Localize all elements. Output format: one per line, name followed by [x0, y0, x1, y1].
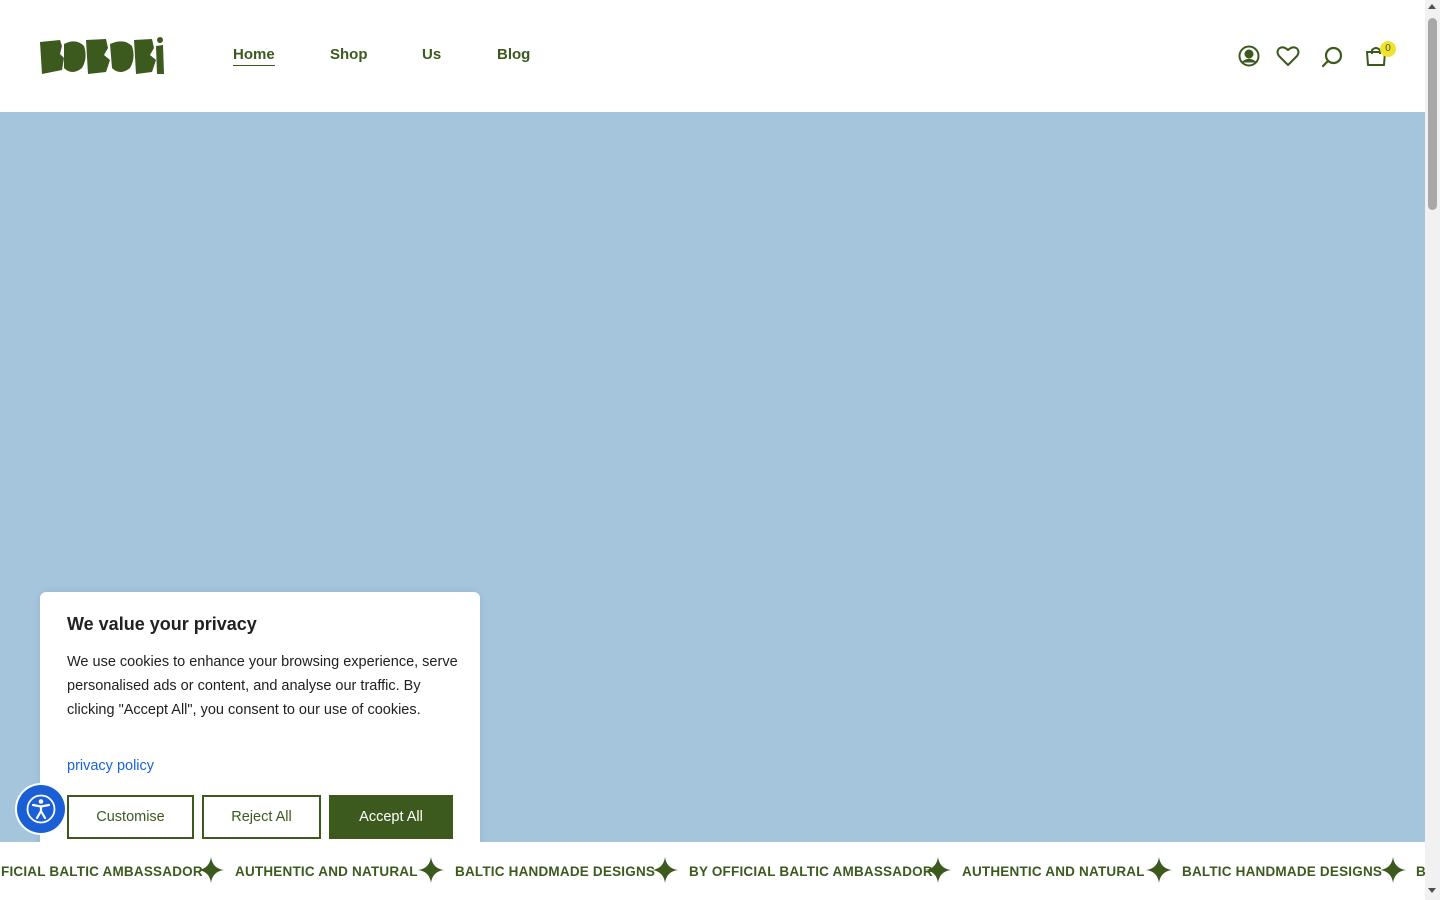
sparkle-star-icon [652, 857, 678, 883]
scrollbar-thumb[interactable] [1428, 18, 1437, 210]
page-scrollbar[interactable] [1425, 0, 1440, 900]
page: Home Shop Us Blog 0 We value your privac… [0, 0, 1425, 900]
accept-all-button[interactable]: Accept All [329, 795, 453, 839]
account-icon[interactable] [1235, 42, 1263, 70]
search-icon[interactable] [1318, 43, 1346, 71]
sparkle-star-icon [925, 857, 951, 883]
cart-count-badge: 0 [1380, 41, 1396, 57]
cookie-title: We value your privacy [67, 614, 257, 634]
sparkle-star-icon [198, 857, 224, 883]
sparkle-star-icon [1146, 857, 1172, 883]
brand-logo[interactable] [40, 36, 164, 76]
nav-blog-link[interactable]: Blog [497, 46, 530, 63]
wishlist-heart-icon[interactable] [1274, 42, 1302, 70]
marquee-item: BALTIC HANDMADE DESIGNS [455, 864, 656, 879]
scroll-down-arrow-icon[interactable] [1428, 888, 1436, 893]
scroll-up-arrow-icon[interactable] [1428, 4, 1436, 9]
marquee-item: FICIAL BALTIC AMBASSADOR [1, 864, 203, 879]
site-header: Home Shop Us Blog 0 [0, 0, 1425, 112]
promo-marquee: FICIAL BALTIC AMBASSADOR AUTHENTIC AND N… [0, 842, 1425, 900]
privacy-policy-link[interactable]: privacy policy [67, 758, 154, 774]
sparkle-star-icon [1380, 857, 1406, 883]
cookie-consent-banner: We value your privacy We use cookies to … [40, 592, 480, 862]
marquee-item: AUTHENTIC AND NATURAL [235, 864, 418, 879]
nav-us-link[interactable]: Us [422, 46, 441, 63]
marquee-item: BALTIC HANDMADE DESIGNS [1182, 864, 1383, 879]
accessibility-button[interactable] [17, 785, 65, 833]
customise-button[interactable]: Customise [67, 795, 194, 839]
accessibility-person-icon [26, 794, 56, 824]
marquee-item: BY OFFICIAL BALTIC AMBASSADOR [689, 864, 933, 879]
cookie-description: We use cookies to enhance your browsing … [67, 654, 458, 718]
marquee-item: B [1416, 864, 1425, 879]
marquee-item: AUTHENTIC AND NATURAL [962, 864, 1145, 879]
sparkle-star-icon [418, 857, 444, 883]
reject-all-button[interactable]: Reject All [202, 795, 321, 839]
nav-home-link[interactable]: Home [233, 46, 275, 66]
nav-shop-link[interactable]: Shop [330, 46, 368, 63]
